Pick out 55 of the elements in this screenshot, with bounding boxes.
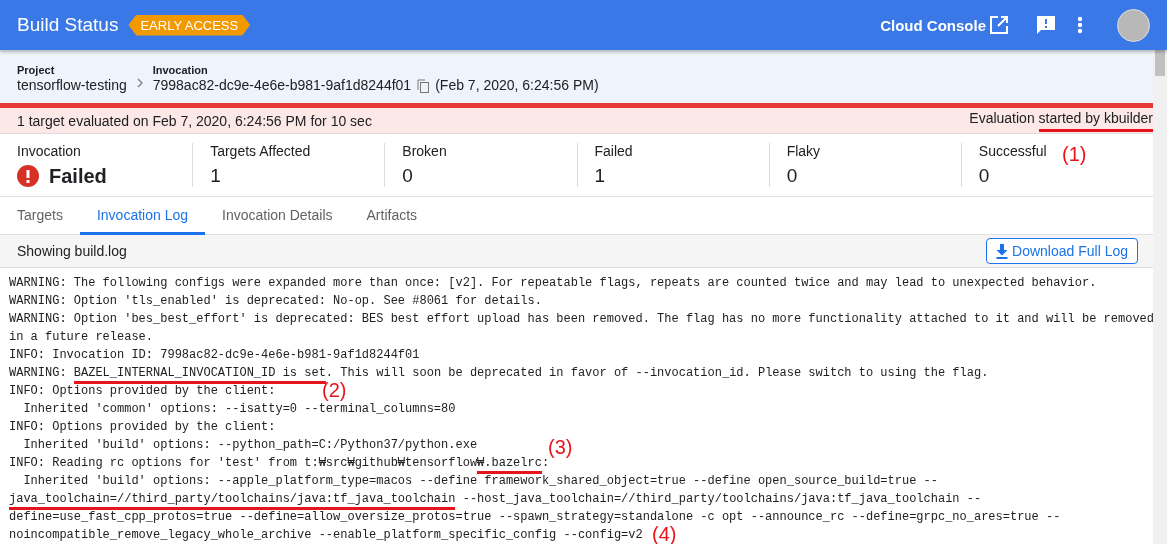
annotation-number: (2) — [322, 379, 347, 401]
log-line: noincompatible_remove_legacy_whole_archive --enable_platform_specific_config --config=v2 — [9, 527, 643, 544]
invocation-id: 7998ac82-dc9e-4e6e-b981-9af1d8244f01 — [152, 77, 412, 94]
summary-count: 1 — [594, 165, 606, 187]
summary-count: 0 — [786, 165, 798, 187]
feedback-icon[interactable] — [1035, 14, 1057, 36]
annotation-number: (3) — [548, 436, 573, 458]
invocation-status: Failed — [49, 165, 107, 187]
log-line: INFO: Options provided by the client: — [9, 419, 276, 436]
log-line: define=use_fast_cpp_protos=true --define=allow_oversize_protos=true --spawn_strategy=standalone -c opt --announce_rc --define=grpc_no_ares=true -- — [9, 509, 1061, 526]
annotation-number: (1) — [1062, 143, 1087, 165]
started-by-text: Evaluation started by kbuilder — [969, 109, 1153, 132]
log-line: in a future release. — [9, 329, 154, 346]
page-title: Build Status — [17, 14, 119, 36]
summary-label: Targets Affected — [210, 143, 311, 159]
summary-label: Failed — [594, 143, 633, 159]
log-line: INFO: Invocation ID: 7998ac82-dc9e-4e6e-b981-9af1d8244f01 — [9, 347, 420, 364]
log-line: WARNING: Option 'tls_enabled' is deprecated: No-op. See #8061 for details. — [9, 293, 542, 310]
log-line: INFO: Options provided by the client: — [9, 383, 276, 400]
log-line: INFO: Reading rc options for 'test' from t:₩src₩github₩tensorflow₩.bazelrc: — [9, 454, 550, 472]
log-line: WARNING: BAZEL_INTERNAL_INVOCATION_ID is set. This will soon be deprecated in favor of --invocation_id. Please switch to using the flag. — [9, 364, 989, 382]
log-line: WARNING: Option 'bes_best_effort' is deprecated: BES best effort upload has been removed. The flag has no more functionality attached to it and will be removed — [9, 311, 1154, 328]
invocation-time: (Feb 7, 2020, 6:24:56 PM) — [435, 77, 599, 94]
chevron-right-icon — [136, 78, 143, 88]
download-icon — [996, 243, 1009, 259]
copy-icon[interactable] — [417, 78, 430, 93]
tab[interactable]: Targets — [0, 197, 80, 235]
more-options-icon[interactable] — [1077, 16, 1083, 34]
early-access-badge: EARLY ACCESS — [128, 14, 251, 36]
download-button[interactable]: Download Full Log — [986, 238, 1138, 264]
summary-label: Successful — [978, 143, 1047, 159]
summary-count: 0 — [978, 165, 990, 187]
log-line: Inherited 'build' options: --apple_platform_type=macos --define framework_shared_object=true --define open_source_build=true -- — [22, 473, 938, 490]
error-icon — [17, 165, 39, 187]
project-label: Project — [17, 64, 56, 77]
scrollbar-thumb[interactable] — [1155, 50, 1165, 76]
summary-label: Invocation — [17, 143, 81, 159]
summary-count: 0 — [402, 165, 413, 187]
project-name[interactable]: tensorflow-testing — [17, 77, 127, 94]
scrollbar[interactable] — [1153, 50, 1167, 544]
tab[interactable]: Invocation Details — [205, 197, 350, 235]
summary-label: Flaky — [786, 143, 821, 159]
log-line: Inherited 'common' options: --isatty=0 --terminal_columns=80 — [22, 401, 456, 418]
user-avatar[interactable] — [1117, 8, 1150, 42]
log-line: java_toolchain=//third_party/toolchains/java:tf_java_toolchain --host_java_toolchain=//third_party/toolchains/java:tf_java_toolchain -- — [9, 490, 982, 508]
log-line: Inherited 'build' options: --python_path=C:/Python37/python.exe — [22, 437, 478, 454]
summary-label: Broken — [402, 143, 447, 159]
external-link-icon — [989, 15, 1009, 35]
log-title: Showing build.log — [17, 243, 127, 259]
tab[interactable]: Artifacts — [349, 197, 435, 235]
evaluation-summary: 1 target evaluated on Feb 7, 2020, 6:24:56 PM for 10 sec — [17, 112, 372, 129]
log-line: WARNING: The following configs were expanded more than once: [v2]. For repeatable flags, repeats are counted twice and may lead to unexpected behavior. — [9, 275, 1097, 292]
summary-count: 1 — [210, 165, 221, 187]
cloud-console-link[interactable]: Cloud Console — [880, 15, 1009, 35]
invocation-label: Invocation — [152, 64, 209, 77]
